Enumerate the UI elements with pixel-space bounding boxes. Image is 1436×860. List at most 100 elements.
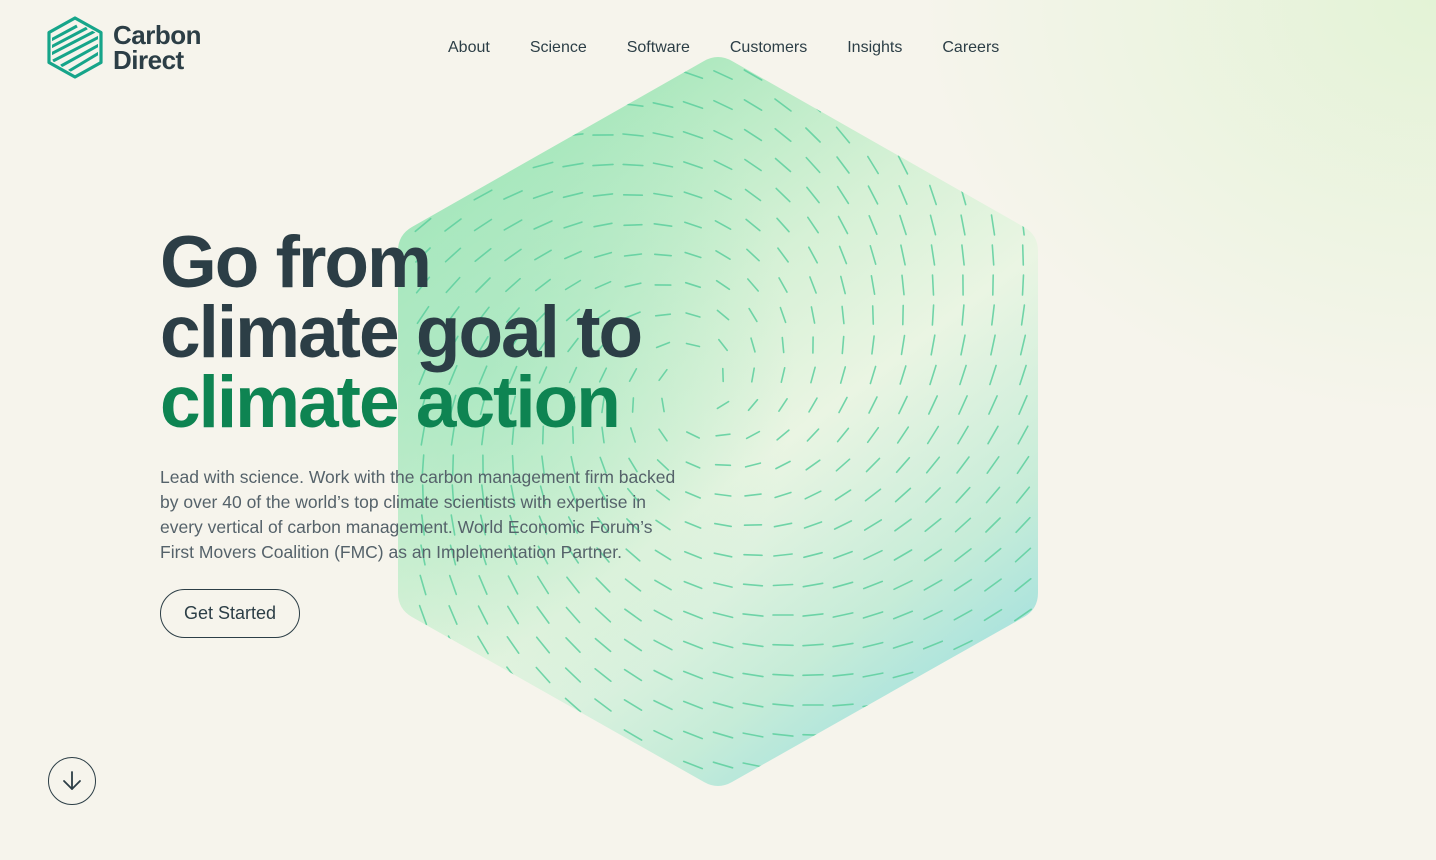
hex-pattern-dash <box>473 160 493 170</box>
hex-pattern-dash <box>982 700 1004 710</box>
hex-pattern-dash <box>623 223 643 227</box>
hex-pattern-dash <box>532 132 554 138</box>
hex-pattern-dash <box>952 761 974 769</box>
nav-item-about[interactable]: About <box>448 38 490 58</box>
hex-pattern-dash <box>931 274 935 296</box>
hex-pattern-dash <box>535 696 551 714</box>
hex-pattern-dash <box>505 726 521 744</box>
hex-pattern-dash <box>594 728 612 742</box>
hex-pattern-dash <box>982 761 1004 769</box>
hex-pattern-dash <box>897 125 909 145</box>
hex-pattern-dash <box>505 696 521 714</box>
hex-pattern-dash <box>952 670 974 680</box>
brand-name-line2: Direct <box>113 44 184 75</box>
hex-pattern-dash <box>772 762 794 768</box>
hex-pattern-dash <box>1013 638 1033 652</box>
hex-pattern-dash <box>564 727 582 743</box>
hex-pattern-dash <box>413 129 433 141</box>
hex-pattern-dash <box>472 130 494 140</box>
nav-item-insights[interactable]: Insights <box>847 38 902 58</box>
get-started-button[interactable]: Get Started <box>160 589 301 638</box>
hex-pattern-dash <box>417 665 429 685</box>
hex-pattern-dash <box>928 155 938 175</box>
hex-pattern-dash <box>446 695 460 715</box>
hex-pattern-dash <box>623 759 643 771</box>
main-nav: About Science Software Customers Insight… <box>448 38 999 58</box>
arrow-down-icon <box>63 771 81 790</box>
hex-pattern-dash <box>416 725 430 745</box>
hex-pattern-dash <box>1019 124 1027 146</box>
hex-pattern-dash <box>958 125 968 145</box>
hex-pattern-dash <box>802 733 824 737</box>
hex-pattern-dash <box>1020 184 1026 206</box>
hex-pattern-dash <box>1012 760 1034 770</box>
hex-pattern-dash <box>564 757 582 773</box>
hex-pattern-dash <box>892 762 914 768</box>
nav-item-software[interactable]: Software <box>627 38 690 58</box>
hex-pattern-dash <box>443 159 463 171</box>
hero-headline-line1: Go from <box>160 222 432 303</box>
hex-pattern-dash <box>1013 699 1033 711</box>
hero-section: Go from climate goal to climate action L… <box>160 222 720 638</box>
hex-pattern-dash <box>413 159 433 171</box>
hex-pattern-dash <box>1021 244 1025 266</box>
hex-pattern-dash <box>922 670 944 680</box>
hex-pattern-dash <box>952 700 974 710</box>
hex-pattern-dash <box>502 101 524 109</box>
hex-pattern-dash <box>988 124 998 146</box>
hex-pattern-dash <box>443 130 463 140</box>
hex-pattern-dash <box>922 762 944 768</box>
brand-wordmark: Carbon Direct <box>113 19 202 75</box>
hex-pattern-dash <box>593 758 613 772</box>
scroll-down-button[interactable] <box>48 757 96 805</box>
hex-pattern-dash <box>562 103 584 107</box>
hex-pattern-dash <box>447 665 459 685</box>
hero-headline: Go from climate goal to climate action <box>160 222 720 443</box>
hex-pattern-dash <box>922 701 944 709</box>
nav-item-careers[interactable]: Careers <box>942 38 999 58</box>
hex-pattern-dash <box>416 755 430 775</box>
hex-pattern-dash <box>952 731 974 739</box>
hex-pattern-dash <box>983 639 1003 651</box>
hex-pattern-dash <box>989 184 997 206</box>
brand-name-line1: Carbon <box>113 19 202 50</box>
hex-pattern-dash <box>802 673 824 677</box>
hex-pattern-dash <box>983 669 1003 681</box>
hex-pattern-dash <box>442 100 464 110</box>
hex-pattern-dash <box>982 730 1004 740</box>
hex-pattern-dash <box>476 726 490 744</box>
hex-pattern-dash <box>476 696 490 714</box>
hero-headline-line2: climate goal to <box>160 292 643 373</box>
hero-headline-accent: climate action <box>160 362 621 443</box>
hex-pattern-dash <box>413 100 433 110</box>
hex-pattern-dash <box>1013 669 1033 681</box>
hex-pattern-dash <box>922 731 944 739</box>
nav-item-customers[interactable]: Customers <box>730 38 807 58</box>
hexagon-stripes-logo-icon <box>47 16 103 79</box>
hex-pattern-dash <box>443 188 463 202</box>
hex-pattern-dash <box>476 665 490 685</box>
hex-pattern-dash <box>989 154 997 176</box>
hex-pattern-dash <box>1019 154 1027 176</box>
hex-pattern-dash <box>532 102 554 108</box>
hero-description: Lead with science. Work with the carbon … <box>160 467 676 562</box>
hex-pattern-dash <box>927 125 939 145</box>
hex-pattern-dash <box>1021 274 1025 296</box>
hex-pattern-dash <box>892 732 914 738</box>
hex-pattern-dash <box>862 763 884 767</box>
hex-pattern-dash <box>418 634 428 656</box>
brand-logo-link[interactable]: Carbon Direct <box>47 16 202 79</box>
hex-pattern-dash <box>871 305 875 325</box>
hex-pattern-dash <box>446 756 460 774</box>
hex-pattern-dash <box>417 695 429 715</box>
hex-pattern-dash <box>743 553 763 557</box>
hex-pattern-dash <box>772 643 794 647</box>
hex-pattern-dash <box>892 701 914 709</box>
nav-item-science[interactable]: Science <box>530 38 587 58</box>
hex-pattern-dash <box>958 154 968 176</box>
hex-pattern-dash <box>472 101 494 109</box>
hex-pattern-dash <box>535 727 551 743</box>
site-header: Carbon Direct About Science Software Cus… <box>0 0 1436 100</box>
hex-pattern-dash <box>802 763 824 767</box>
hex-pattern-dash <box>832 733 854 737</box>
